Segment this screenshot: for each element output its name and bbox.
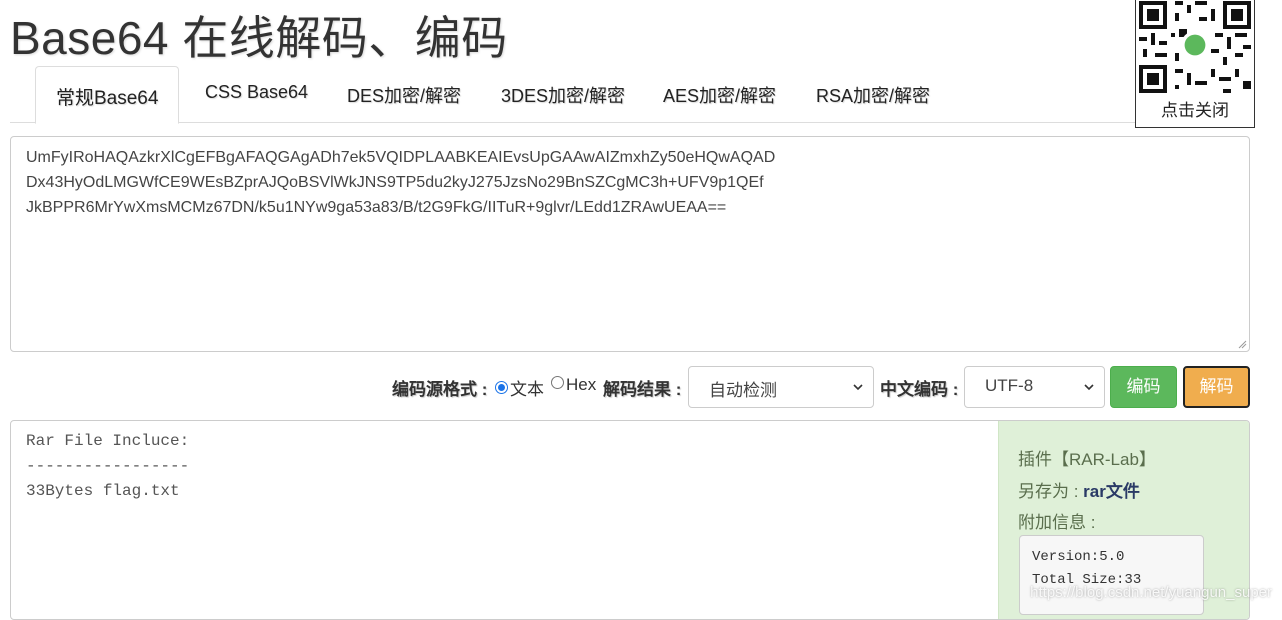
decode-button[interactable]: 解码	[1183, 366, 1250, 408]
encode-button[interactable]: 编码	[1110, 366, 1177, 408]
result-label: 解码结果 :	[603, 380, 682, 399]
extra-info-label: 附加信息 :	[1018, 513, 1096, 532]
page-title: Base64 在线解码、编码	[10, 12, 508, 64]
radio-hex[interactable]: Hex	[551, 375, 596, 395]
charset-select[interactable]: UTF-8	[964, 366, 1105, 408]
watermark: https://blog.csdn.net/yuangun_super	[1030, 584, 1272, 601]
charset-select-value: UTF-8	[985, 376, 1034, 395]
input-line: Dx43HyOdLMGWfCE9WEsBZprAJQoBSVlWkJNS9TP5…	[26, 174, 764, 191]
input-line: UmFyIRoHAQAzkrXlCgEFBgAFAQGAgADh7ek5VQID…	[26, 149, 776, 166]
qr-code-icon	[1139, 1, 1251, 93]
tab-rsa[interactable]: RSA加密/解密	[816, 82, 930, 108]
radio-text-label: 文本	[510, 380, 544, 399]
radio-hex-label: Hex	[566, 375, 597, 394]
save-as-row: 另存为 : rar文件	[1018, 477, 1140, 502]
save-as-label: 另存为 :	[1018, 482, 1084, 501]
version-text: Version:5.0	[1032, 549, 1125, 565]
decode-controls: 编码源格式 : 文本 Hex 解码结果 : 自动检测 中文编码 : UTF-8 …	[0, 366, 1282, 408]
output-line: 33Bytes flag.txt	[26, 482, 180, 500]
charset-label: 中文编码 :	[880, 380, 959, 399]
chevron-down-icon	[1084, 384, 1094, 391]
tab-aes[interactable]: AES加密/解密	[663, 82, 776, 108]
resize-grip-icon[interactable]	[1237, 339, 1247, 349]
output-line: Rar File Incluce:	[26, 432, 190, 450]
plugin-name: 插件【RAR-Lab】	[1018, 450, 1156, 469]
qr-popup: 点击关闭	[1135, 0, 1255, 128]
tab-base64[interactable]: 常规Base64	[35, 66, 180, 124]
result-select-value: 自动检测	[709, 381, 777, 400]
tab-des[interactable]: DES加密/解密	[347, 82, 461, 108]
radio-hex-dot[interactable]	[551, 376, 564, 389]
save-as-link[interactable]: rar文件	[1083, 482, 1140, 501]
extra-info-box: Version:5.0 Total Size:33	[1019, 535, 1204, 615]
tab-bar: 常规Base64 CSS Base64 DES加密/解密 3DES加密/解密 A…	[10, 66, 1250, 124]
qr-close-button[interactable]: 点击关闭	[1136, 96, 1254, 121]
chevron-down-icon	[853, 384, 863, 391]
output-text: Rar File Incluce: ----------------- 33By…	[26, 429, 189, 504]
tab-3des[interactable]: 3DES加密/解密	[501, 82, 625, 108]
radio-text-dot[interactable]	[495, 381, 508, 394]
base64-input[interactable]: UmFyIRoHAQAzkrXlCgEFBgAFAQGAgADh7ek5VQID…	[10, 136, 1250, 352]
result-select[interactable]: 自动检测	[688, 366, 874, 408]
source-format-label: 编码源格式 :	[392, 380, 488, 399]
output-line: -----------------	[26, 457, 190, 475]
tab-css-base64[interactable]: CSS Base64	[205, 82, 308, 103]
radio-text[interactable]: 文本	[495, 375, 544, 400]
input-line: JkBPPR6MrYwXmsMCMz67DN/k5u1NYw9ga53a83/B…	[26, 199, 727, 216]
